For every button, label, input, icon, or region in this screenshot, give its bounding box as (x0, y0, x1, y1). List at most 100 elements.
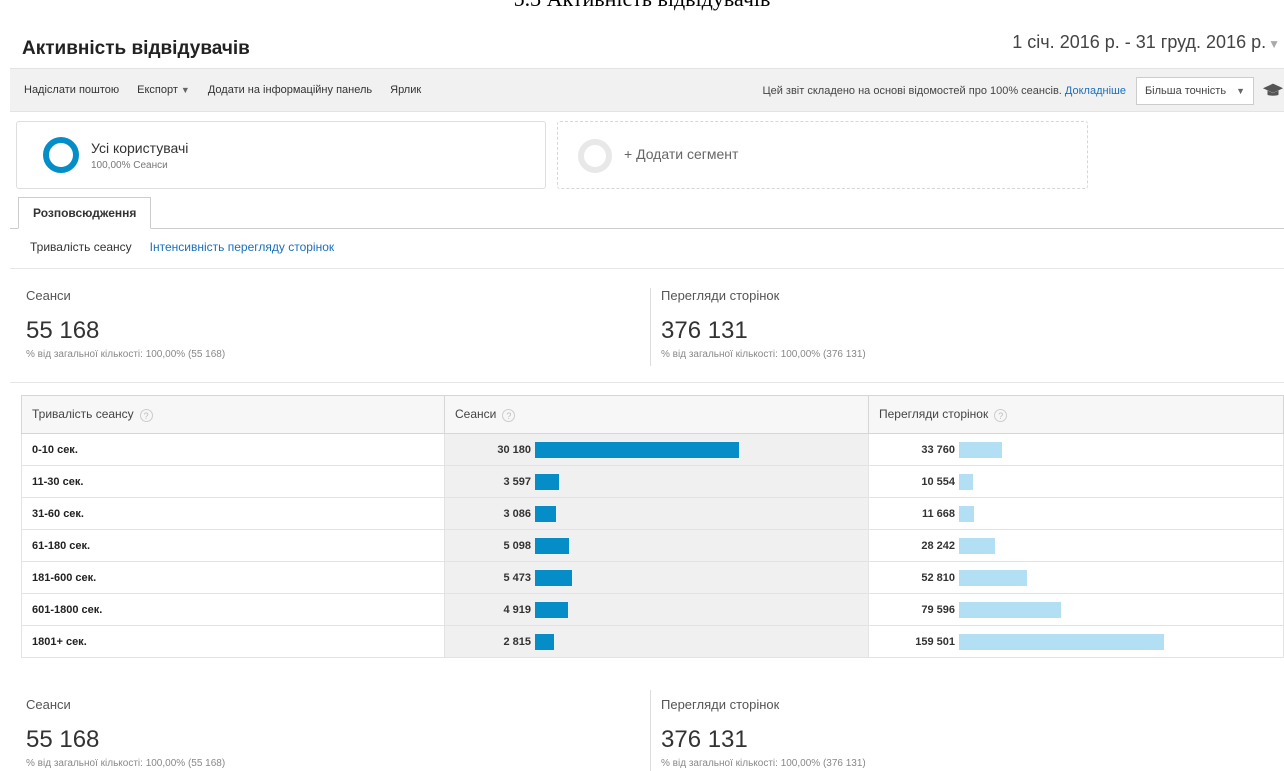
sessions-cell: 5 098 (444, 529, 869, 562)
pageviews-cell: 33 760 (868, 433, 1284, 466)
column-header-label: Перегляди сторінок (879, 407, 989, 422)
duration-cell: 11-30 сек. (21, 465, 445, 498)
column-header-pageviews[interactable]: Перегляди сторінок? (868, 395, 1284, 434)
document-caption: 5.3 Активність відвідувачів (0, 0, 1284, 12)
table-row: 61-180 сек. 5 098 28 242 (21, 529, 1284, 562)
report-toolbar: Надіслати поштою Експорт ▼ Додати на інфо… (10, 68, 1284, 112)
segment-all-users[interactable]: Усі користувачі 100,00% Сеанси (16, 121, 546, 189)
page-title: Активність відвідувачів (22, 38, 250, 59)
tab-distribution[interactable]: Розповсюдження (18, 197, 152, 229)
sessions-cell: 30 180 (444, 433, 869, 466)
pageviews-bar (959, 441, 1003, 458)
pageviews-cell: 28 242 (868, 529, 1284, 562)
pageviews-bar (959, 633, 1164, 650)
shortcut-button[interactable]: Ярлик (390, 84, 421, 96)
sessions-bar (535, 473, 560, 490)
sessions-total: 55 168 (26, 726, 100, 753)
sessions-bar (535, 601, 569, 618)
footer-summary-sessions: Сеанси 55 168 % від загальної кількості:… (26, 697, 225, 769)
pageviews-cell: 11 668 (868, 497, 1284, 530)
divider (10, 382, 1284, 383)
sessions-label: Сеанси (26, 288, 71, 303)
table-row: 181-600 сек. 5 473 52 810 (21, 561, 1284, 594)
sessions-bar (535, 441, 739, 458)
report-header: Активність відвідувачів 1 січ. 2016 р. -… (10, 22, 1284, 68)
sessions-cell: 3 597 (444, 465, 869, 498)
pageviews-value: 28 242 (921, 539, 955, 552)
date-range-label: 1 січ. 2016 р. - 31 груд. 2016 р. (1012, 32, 1267, 52)
column-header-duration[interactable]: Тривалість сеансу? (21, 395, 445, 434)
column-header-sessions[interactable]: Сеанси? (444, 395, 869, 434)
sessions-percent: % від загальної кількості: 100,00% (55 1… (26, 758, 226, 769)
subtab-page-depth[interactable]: Інтенсивність перегляду сторінок (150, 240, 334, 254)
pageviews-cell: 10 554 (868, 465, 1284, 498)
pageviews-value: 52 810 (921, 571, 955, 584)
subtab-session-duration[interactable]: Тривалість сеансу (30, 240, 132, 254)
help-icon[interactable]: ? (502, 408, 516, 422)
sessions-bar (535, 537, 570, 554)
tab-strip: Розповсюдження (10, 197, 1284, 229)
pageviews-cell: 79 596 (868, 593, 1284, 626)
pageviews-bar (959, 473, 973, 490)
duration-cell: 181-600 сек. (21, 561, 445, 594)
sampling-notice: Цей звіт складено на основі відомостей п… (762, 85, 1125, 97)
sessions-cell: 5 473 (444, 561, 869, 594)
pageviews-label: Перегляди сторінок (661, 697, 780, 712)
graduation-cap-icon[interactable] (1262, 80, 1284, 102)
subtab-bar: Тривалість сеансу Інтенсивність перегляд… (30, 240, 334, 254)
sessions-value: 3 597 (503, 475, 531, 488)
divider (10, 268, 1284, 269)
pageviews-percent: % від загальної кількості: 100,00% (376 … (661, 758, 866, 769)
pageviews-total: 376 131 (661, 726, 748, 753)
footer-summary-pageviews: Перегляди сторінок 376 131 % від загальн… (661, 697, 866, 769)
pageviews-label: Перегляди сторінок (661, 288, 780, 303)
help-icon[interactable]: ? (994, 408, 1008, 422)
chevron-down-icon: ▼ (1236, 86, 1245, 96)
pageviews-bar (959, 505, 974, 522)
sessions-value: 2 815 (503, 635, 531, 648)
empty-segment-ring-icon (578, 139, 612, 173)
sessions-value: 4 919 (503, 603, 531, 616)
sessions-bar (535, 505, 556, 522)
pageviews-bar (959, 569, 1027, 586)
sessions-cell: 4 919 (444, 593, 869, 626)
column-header-label: Тривалість сеансу (32, 407, 134, 422)
sessions-bar (535, 633, 555, 650)
segment-name: Усі користувачі (91, 140, 189, 156)
summary-sessions: Сеанси 55 168 % від загальної кількості:… (26, 288, 225, 360)
chevron-down-icon: ▼ (180, 85, 190, 95)
export-label: Експорт (137, 84, 178, 96)
table-header-row: Тривалість сеансу? Сеанси? Перегляди сто… (21, 395, 1284, 434)
pageviews-total: 376 131 (661, 317, 748, 344)
add-segment-button[interactable]: + Додати сегмент (557, 121, 1088, 189)
pageviews-cell: 52 810 (868, 561, 1284, 594)
pageviews-value: 11 668 (921, 507, 955, 520)
date-range-picker[interactable]: 1 січ. 2016 р. - 31 груд. 2016 р. ▼ (1012, 32, 1280, 53)
email-button[interactable]: Надіслати поштою (24, 84, 119, 96)
segment-percentage: 100,00% Сеанси (91, 160, 168, 171)
pageviews-value: 159 501 (915, 635, 955, 648)
help-icon[interactable]: ? (139, 408, 153, 422)
export-menu[interactable]: Експорт ▼ (137, 84, 190, 96)
pageviews-bar (959, 537, 996, 554)
chevron-down-icon: ▼ (1268, 37, 1280, 51)
segment-ring-icon (43, 137, 79, 173)
precision-dropdown[interactable]: Більша точність ▼ (1135, 77, 1254, 105)
distribution-table: Тривалість сеансу? Сеанси? Перегляди сто… (21, 395, 1284, 658)
duration-cell: 601-1800 сек. (21, 593, 445, 626)
divider (650, 690, 651, 771)
duration-cell: 1801+ сек. (21, 625, 445, 658)
learn-more-link[interactable]: Докладніше (1065, 85, 1126, 97)
duration-cell: 31-60 сек. (21, 497, 445, 530)
add-to-dashboard-button[interactable]: Додати на інформаційну панель (208, 84, 372, 96)
pageviews-bar (959, 601, 1062, 618)
sessions-value: 3 086 (503, 507, 531, 520)
pageviews-value: 79 596 (921, 603, 955, 616)
column-header-label: Сеанси (455, 407, 497, 422)
add-segment-label: + Додати сегмент (624, 146, 739, 162)
pageviews-value: 33 760 (921, 443, 955, 456)
divider (650, 288, 651, 366)
table-row: 601-1800 сек. 4 919 79 596 (21, 593, 1284, 626)
sessions-value: 5 473 (503, 571, 531, 584)
sampling-text: Цей звіт складено на основі відомостей п… (762, 85, 1062, 97)
